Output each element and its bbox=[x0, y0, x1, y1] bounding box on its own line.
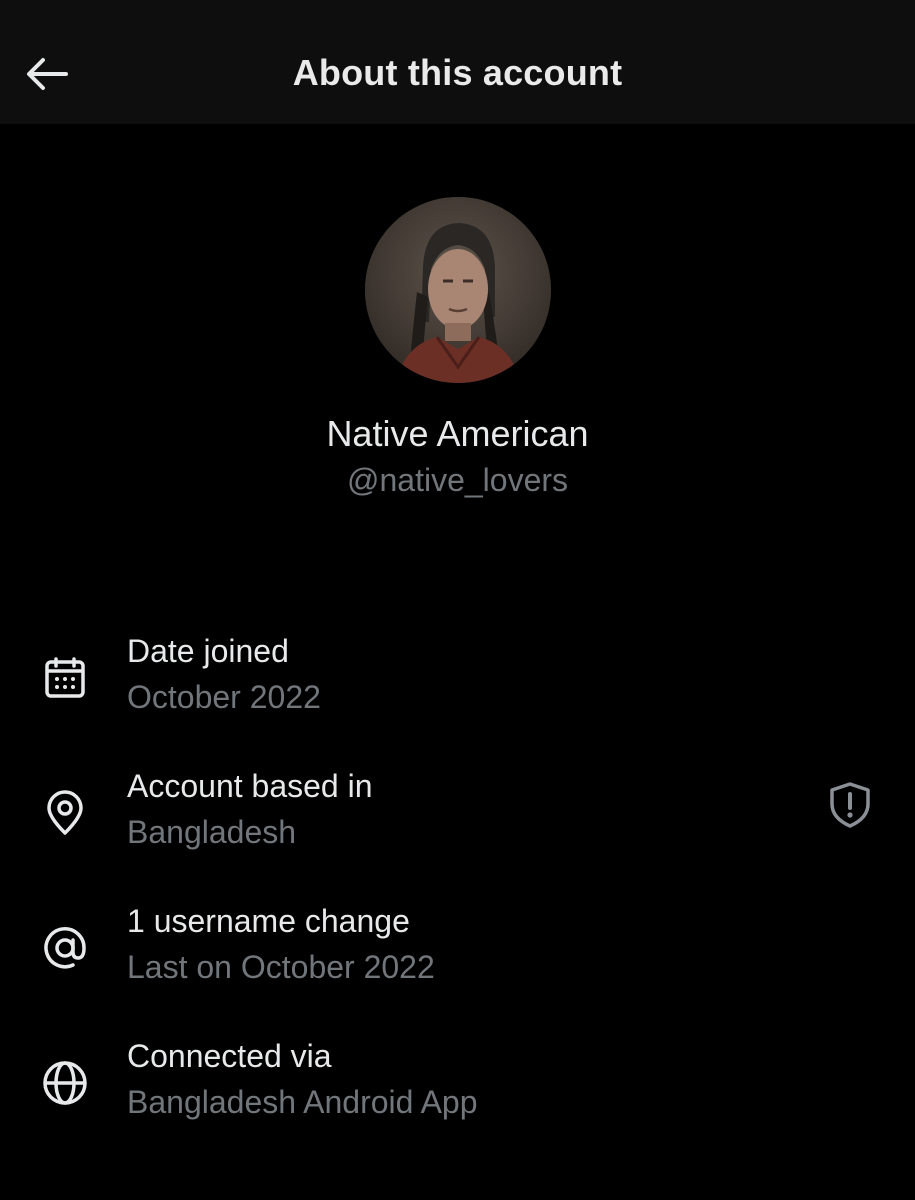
detail-row-account-based-in: Account based in Bangladesh bbox=[0, 768, 915, 868]
detail-label: Connected via bbox=[127, 1038, 332, 1074]
top-bar: About this account bbox=[0, 0, 915, 124]
detail-row-date-joined: Date joined October 2022 bbox=[0, 633, 915, 733]
detail-value: Bangladesh Android App bbox=[127, 1084, 478, 1120]
detail-value: October 2022 bbox=[127, 679, 321, 715]
detail-row-username-change: 1 username change Last on October 2022 bbox=[0, 903, 915, 1003]
page-title: About this account bbox=[292, 52, 623, 93]
about-account-screen: About this account Native American @nati… bbox=[0, 0, 915, 1200]
display-name: Native American bbox=[326, 413, 589, 454]
username-handle: @native_lovers bbox=[346, 462, 569, 498]
calendar-icon bbox=[40, 653, 90, 703]
avatar[interactable] bbox=[365, 197, 551, 383]
detail-label: 1 username change bbox=[127, 903, 410, 939]
globe-icon bbox=[40, 1058, 90, 1108]
detail-label: Account based in bbox=[127, 768, 373, 804]
detail-value: Last on October 2022 bbox=[127, 949, 435, 985]
detail-value: Bangladesh bbox=[127, 814, 297, 850]
location-pin-icon bbox=[40, 788, 90, 838]
detail-row-connected-via: Connected via Bangladesh Android App bbox=[0, 1038, 915, 1138]
profile-photo bbox=[365, 197, 551, 383]
detail-label: Date joined bbox=[127, 633, 289, 669]
at-sign-icon bbox=[40, 923, 90, 973]
shield-alert-icon[interactable] bbox=[826, 780, 874, 830]
